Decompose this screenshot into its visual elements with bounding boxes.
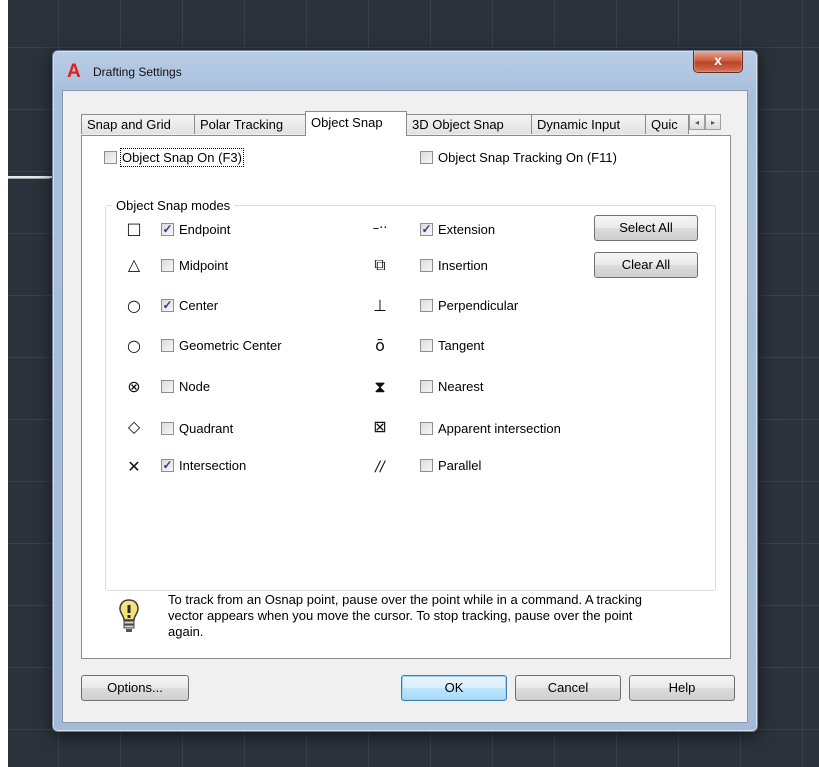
intersection-checkbox[interactable]: ✓ Intersection — [161, 458, 246, 473]
tab-dynamic-input[interactable]: Dynamic Input — [531, 114, 646, 134]
quadrant-icon: ◇ — [127, 417, 141, 436]
insertion-icon: ⧉ — [374, 255, 386, 274]
checkbox-box[interactable] — [420, 422, 433, 435]
perpendicular-label: Perpendicular — [438, 298, 519, 313]
lightbulb-icon — [119, 599, 139, 632]
checkbox-box[interactable] — [161, 422, 174, 435]
dialog-client: Snap and Grid Polar Tracking Object Snap… — [62, 90, 748, 723]
nearest-icon: ⧗ — [374, 377, 386, 396]
node-checkbox[interactable]: Node — [161, 379, 210, 394]
node-label: Node — [179, 379, 211, 394]
center-icon: ○ — [127, 296, 141, 315]
checkbox-box[interactable] — [420, 299, 433, 312]
object-snap-on-checkbox[interactable]: Object Snap On (F3) — [104, 148, 244, 167]
endpoint-icon: □ — [126, 219, 142, 238]
geometric-center-checkbox[interactable]: Geometric Center — [161, 338, 282, 353]
quadrant-label: Quadrant — [179, 421, 234, 436]
midpoint-icon: △ — [127, 255, 141, 274]
checkbox-checked[interactable]: ✓ — [161, 459, 174, 472]
checkbox-checked[interactable]: ✓ — [161, 223, 174, 236]
help-button[interactable]: Help — [629, 675, 735, 701]
checkbox-checked[interactable]: ✓ — [420, 223, 433, 236]
perpendicular-checkbox[interactable]: Perpendicular — [420, 298, 518, 313]
tab-object-snap[interactable]: Object Snap — [305, 111, 407, 136]
tab-scroll-right-icon[interactable]: ▸ — [705, 114, 721, 130]
ok-button[interactable]: OK — [401, 675, 507, 701]
tab-scroll-left-icon[interactable]: ◂ — [689, 114, 705, 130]
select-all-button[interactable]: Select All — [594, 215, 698, 241]
tangent-checkbox[interactable]: Tangent — [420, 338, 484, 353]
options-button[interactable]: Options... — [81, 675, 189, 701]
tab-quick-properties[interactable]: Quic — [645, 114, 689, 134]
intersection-label: Intersection — [179, 458, 247, 473]
checkbox-box[interactable] — [420, 339, 433, 352]
cancel-button[interactable]: Cancel — [515, 675, 621, 701]
dialog-title: Drafting Settings — [93, 65, 182, 79]
center-checkbox[interactable]: ✓ Center — [161, 298, 218, 313]
object-snap-panel: Object Snap On (F3) Object Snap Tracking… — [81, 135, 731, 659]
intersection-icon: ✕ — [127, 457, 141, 476]
endpoint-label: Endpoint — [179, 222, 231, 237]
checkbox-box[interactable] — [420, 459, 433, 472]
clear-all-button[interactable]: Clear All — [594, 252, 698, 278]
insertion-label: Insertion — [438, 258, 488, 273]
object-snap-tracking-checkbox[interactable]: Object Snap Tracking On (F11) — [420, 150, 617, 165]
apparent-intersection-icon: ⊠ — [373, 417, 387, 436]
geometric-center-label: Geometric Center — [179, 338, 282, 353]
object-snap-on-label: Object Snap On (F3) — [120, 148, 244, 167]
nearest-label: Nearest — [438, 379, 484, 394]
checkbox-box[interactable] — [161, 339, 174, 352]
endpoint-checkbox[interactable]: ✓ Endpoint — [161, 222, 230, 237]
tab-3d-object-snap[interactable]: 3D Object Snap — [406, 114, 532, 134]
object-snap-tracking-label: Object Snap Tracking On (F11) — [438, 150, 617, 165]
checkbox-box[interactable] — [161, 380, 174, 393]
midpoint-checkbox[interactable]: Midpoint — [161, 258, 228, 273]
parallel-checkbox[interactable]: Parallel — [420, 458, 481, 473]
close-button[interactable]: x — [693, 51, 743, 73]
tab-snap-and-grid[interactable]: Snap and Grid — [81, 114, 195, 134]
drawing-line-shadow — [8, 178, 50, 179]
checkbox-box[interactable] — [420, 259, 433, 272]
extension-label: Extension — [438, 222, 496, 237]
tab-polar-tracking[interactable]: Polar Tracking — [194, 114, 306, 134]
extension-checkbox[interactable]: ✓ Extension — [420, 222, 495, 237]
node-icon: ⊗ — [127, 377, 141, 396]
checkbox-checked[interactable]: ✓ — [161, 299, 174, 312]
autocad-logo-icon: A — [67, 61, 81, 82]
geometric-center-icon: ○ — [127, 336, 141, 355]
drafting-settings-dialog: A Drafting Settings x Snap and Grid Pola… — [52, 50, 758, 732]
nearest-checkbox[interactable]: Nearest — [420, 379, 484, 394]
checkbox-box[interactable] — [161, 259, 174, 272]
parallel-label: Parallel — [438, 458, 482, 473]
checkbox-box[interactable] — [420, 380, 433, 393]
perpendicular-icon: ⊥ — [373, 296, 387, 315]
tangent-label: Tangent — [438, 338, 485, 353]
insertion-checkbox[interactable]: Insertion — [420, 258, 488, 273]
background-edge — [0, 0, 8, 767]
apparent-intersection-checkbox[interactable]: Apparent intersection — [420, 421, 561, 436]
extension-icon: –·· — [372, 221, 388, 236]
object-snap-modes-label: Object Snap modes — [112, 198, 235, 213]
parallel-icon: // — [375, 459, 385, 475]
tracking-hint-text: To track from an Osnap point, pause over… — [168, 592, 643, 639]
center-label: Center — [179, 298, 219, 313]
checkbox-box[interactable] — [420, 151, 433, 164]
tangent-icon: ō — [375, 336, 385, 355]
quadrant-checkbox[interactable]: Quadrant — [161, 421, 233, 436]
midpoint-label: Midpoint — [179, 258, 229, 273]
checkbox-box[interactable] — [104, 151, 117, 164]
apparent-intersection-label: Apparent intersection — [438, 421, 561, 436]
